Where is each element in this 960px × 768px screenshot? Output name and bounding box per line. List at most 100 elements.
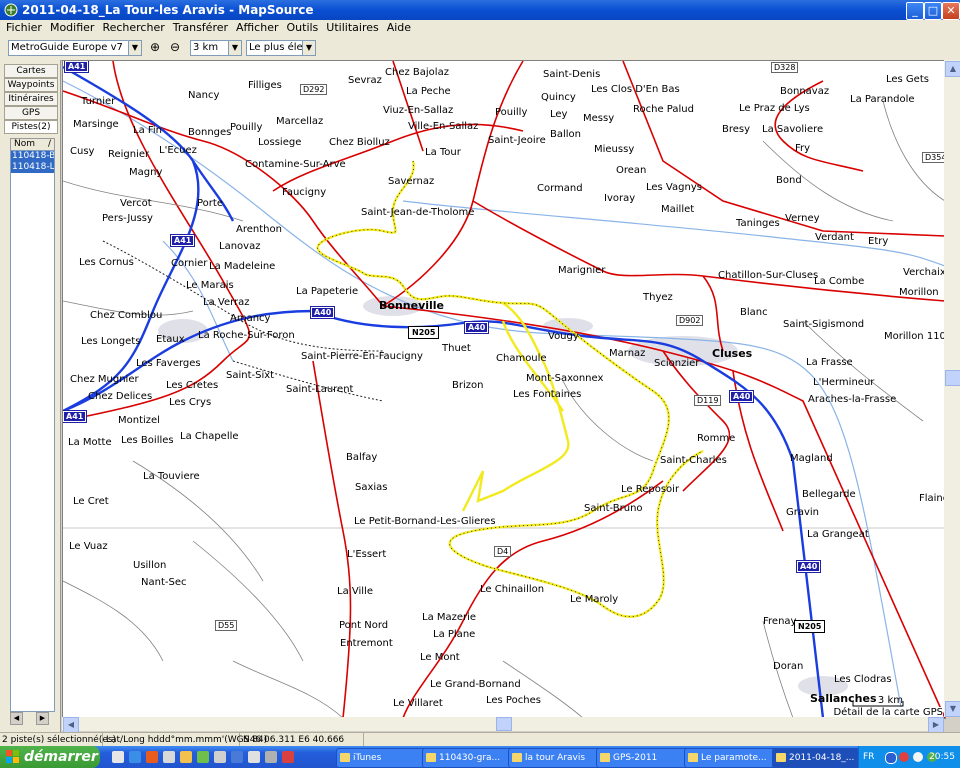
quicklaunch-app-icon[interactable] — [214, 751, 226, 763]
horizontal-scrollbar[interactable]: ◀ ▶ — [62, 717, 944, 733]
place-label: Verchaix — [903, 267, 946, 278]
place-label: L'Hermineur — [813, 377, 875, 388]
quicklaunch-app-icon[interactable] — [265, 751, 277, 763]
tab-waypoints[interactable]: Waypoints — [4, 78, 58, 92]
scroll-left-button[interactable]: ◀ — [63, 717, 79, 733]
list-item[interactable]: 110418-L — [11, 162, 54, 173]
quicklaunch-app-icon[interactable] — [282, 751, 294, 763]
place-label: Les Cretes — [166, 380, 219, 391]
quicklaunch-desktop-icon[interactable] — [112, 751, 124, 763]
menu-rechercher[interactable]: Rechercher — [98, 20, 168, 36]
place-label: Balfay — [346, 452, 378, 463]
road-shield: A40 — [463, 321, 490, 334]
menu-bar: Fichier Modifier Rechercher Transférer Affic… — [0, 20, 960, 36]
scroll-up-button[interactable]: ▲ — [945, 61, 960, 77]
map-view[interactable]: Turnier Nancy Filliges D292 Sevraz Chez Bajol… — [62, 60, 946, 719]
maximize-button[interactable]: □ — [924, 2, 942, 20]
road-label: D119 — [693, 395, 722, 406]
quicklaunch-firefox-icon[interactable] — [146, 751, 158, 763]
start-button[interactable]: démarrer — [0, 746, 100, 768]
task-folder-la-tour-aravis[interactable]: la tour Aravis — [508, 748, 604, 768]
menu-modifier[interactable]: Modifier — [46, 20, 98, 36]
zoom-out-button[interactable]: ⊖ — [167, 39, 183, 55]
menu-transferer[interactable]: Transférer — [169, 20, 232, 36]
task-word-paramoteur[interactable]: Le paramote... — [684, 748, 780, 768]
windows-flag-icon — [6, 750, 19, 763]
scroll-left-button[interactable]: ◀ — [10, 712, 23, 725]
tab-pistes[interactable]: Pistes(2) — [4, 120, 58, 134]
menu-fichier[interactable]: Fichier — [2, 20, 46, 36]
place-label: Les Clodras — [834, 674, 892, 685]
chevron-down-icon[interactable]: ▼ — [128, 41, 141, 55]
document-icon — [688, 753, 698, 762]
arrow-left-icon[interactable] — [885, 752, 897, 764]
place-label: Pers-Jussy — [102, 213, 153, 224]
language-indicator[interactable]: FR — [863, 746, 874, 768]
place-label: Les Crys — [169, 397, 212, 408]
chevron-down-icon[interactable]: ▼ — [302, 41, 315, 55]
quicklaunch-ie-icon[interactable] — [129, 751, 141, 763]
city-label: Bonneville — [379, 299, 445, 312]
minimize-button[interactable]: _ — [906, 2, 924, 20]
vertical-scroll-thumb[interactable] — [945, 370, 960, 386]
quicklaunch-app-icon[interactable] — [197, 751, 209, 763]
zoom-level-select[interactable]: 3 km ▼ — [190, 40, 242, 56]
quicklaunch-folder-icon[interactable] — [180, 751, 192, 763]
scroll-right-button[interactable]: ▶ — [36, 712, 49, 725]
map-product-select[interactable]: MetroGuide Europe v7 ▼ — [8, 40, 142, 56]
menu-aide[interactable]: Aide — [383, 20, 415, 36]
place-label: La Madeleine — [209, 261, 276, 272]
status-bar: 2 piste(s) sélectionné(es) Lat/Long hddd… — [0, 732, 960, 747]
place-label: Flaine — [919, 493, 946, 504]
place-label: La Verraz — [203, 297, 250, 308]
tab-gps[interactable]: GPS — [4, 106, 58, 120]
place-label: Mieussy — [594, 144, 635, 155]
quicklaunch-app-icon[interactable] — [231, 751, 243, 763]
place-label: Vougy — [548, 331, 579, 342]
task-itunes[interactable]: iTunes — [336, 748, 428, 768]
place-label: Chez Mugnier — [70, 374, 139, 385]
detail-level-select[interactable]: Le plus élevé ▼ — [246, 40, 316, 56]
place-label: Le Vuaz — [69, 541, 108, 552]
place-label: Orean — [616, 165, 647, 176]
scroll-down-button[interactable]: ▼ — [945, 701, 960, 717]
antivirus-icon[interactable] — [899, 752, 909, 762]
horizontal-scroll-thumb[interactable] — [496, 717, 512, 731]
itunes-icon — [340, 753, 350, 762]
place-label: Doran — [773, 661, 804, 672]
folder-icon — [600, 753, 610, 762]
task-mapsource[interactable]: 2011-04-18_... — [772, 748, 872, 768]
list-item[interactable]: 110418-B — [11, 151, 54, 162]
place-label: Nancy — [188, 90, 220, 101]
road-label: D4 — [493, 546, 512, 557]
task-folder-gps-2011[interactable]: GPS-2011 — [596, 748, 692, 768]
place-label: Cornier — [171, 258, 208, 269]
tab-cartes[interactable]: Cartes — [4, 64, 58, 78]
folder-icon — [512, 753, 522, 762]
menu-utilitaires[interactable]: Utilitaires — [322, 20, 382, 36]
road-label: D55 — [214, 620, 238, 631]
menu-afficher[interactable]: Afficher — [232, 20, 282, 36]
chevron-down-icon[interactable]: ▼ — [228, 41, 241, 55]
track-list[interactable]: 110418-B 110418-L — [10, 150, 55, 712]
tray-app-icon[interactable] — [913, 752, 923, 762]
zoom-in-button[interactable]: ⊕ — [147, 39, 163, 55]
place-label: Chatillon-Sur-Cluses — [718, 270, 819, 281]
place-label: Thyez — [643, 292, 673, 303]
place-label: L'Essert — [347, 549, 387, 560]
place-label: Araches-la-Frasse — [808, 394, 897, 405]
tab-itineraires[interactable]: Itinéraires — [4, 92, 58, 106]
close-button[interactable]: ✕ — [942, 2, 960, 20]
quicklaunch-app-icon[interactable] — [163, 751, 175, 763]
scroll-right-button[interactable]: ▶ — [928, 717, 944, 733]
road-shield: N205 — [407, 326, 440, 339]
place-label: Etry — [868, 236, 889, 247]
place-label: Bresy — [722, 124, 751, 135]
mapsource-app-icon[interactable] — [4, 3, 18, 17]
vertical-scrollbar[interactable]: ▲ ▼ — [944, 60, 960, 717]
place-label: Fry — [795, 143, 811, 154]
quicklaunch-app-icon[interactable] — [248, 751, 260, 763]
task-folder-110430[interactable]: 110430-gra... — [422, 748, 514, 768]
road-shield: D902 — [675, 315, 704, 326]
menu-outils[interactable]: Outils — [283, 20, 323, 36]
